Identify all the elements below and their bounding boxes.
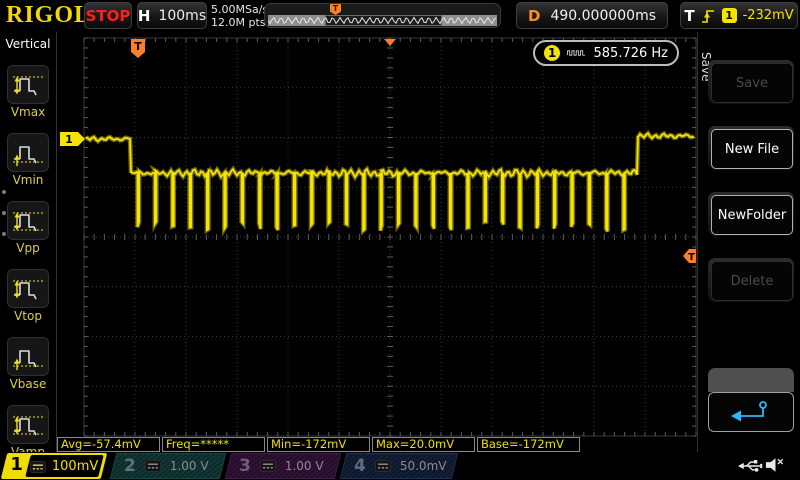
t-label: T	[684, 6, 695, 25]
save-softkey-menu: Save Save New File NewFolder Delete	[697, 32, 800, 452]
menu-title: Vertical	[5, 37, 51, 51]
counter-channel-badge: 1	[544, 45, 560, 61]
menu-item-label: Vpp	[16, 241, 40, 255]
channel-scale: 1.00 V	[169, 459, 209, 473]
measurement-min: Min=-172mV	[267, 437, 370, 452]
menu-item-label: Vmin	[12, 173, 44, 187]
menu-item-label: Vmax	[10, 105, 46, 119]
vbase-icon	[7, 337, 49, 376]
channel-number: 3	[239, 456, 251, 476]
channel-number: 1	[10, 454, 23, 475]
channel-scale: 1.00 V	[284, 459, 324, 473]
run-state-indicator[interactable]: STOP	[84, 2, 132, 29]
svg-text:1: 1	[65, 133, 73, 146]
delay-value: 490.000000ms	[550, 7, 656, 24]
return-arrow-icon	[731, 401, 767, 422]
measurement-freq: Freq=*****	[162, 437, 265, 452]
measurement-bar: Avg=-57.4mV Freq=***** Min=-172mV Max=20…	[57, 437, 582, 452]
timebase-value: 100ms	[158, 7, 207, 24]
channel-status-bar: 1 100mV 2 1.00 V 3 1.00 V 4 50.0mV	[0, 452, 800, 480]
channel-number: 2	[124, 456, 136, 476]
menu-item-vamp[interactable]: Vamp	[0, 405, 56, 459]
run-state-label: STOP	[85, 6, 131, 25]
waveform-display: 1 T T 1 585.726 Hz Avg=-57.4mV Freq=***** …	[57, 32, 697, 452]
delay-box[interactable]: D 490.000000ms	[516, 2, 668, 29]
vtop-icon	[7, 269, 49, 308]
vertical-measure-menu: Vertical Vmax Vmin Vpp Vtop Vbase Vamp	[0, 32, 57, 459]
trigger-level-value: -232mV	[742, 8, 794, 23]
delete-button[interactable]: Delete	[708, 258, 794, 302]
delay-center-marker	[384, 39, 396, 46]
back-button[interactable]	[708, 368, 794, 434]
sample-rate: 5.00MSa/s	[211, 3, 269, 16]
horizontal-timebase-box[interactable]: H 100ms	[137, 2, 207, 29]
channel-2-badge[interactable]: 2 1.00 V	[109, 453, 227, 479]
channel-number: 4	[354, 456, 366, 476]
acquisition-info: 5.00MSa/s 12.0M pts	[211, 3, 268, 29]
measurement-avg: Avg=-57.4mV	[57, 437, 160, 452]
speaker-muted-icon[interactable]	[764, 455, 787, 475]
pulse-train-icon	[567, 50, 585, 56]
menu-item-label: Vtop	[14, 309, 42, 323]
frequency-counter: 1 585.726 Hz	[533, 40, 679, 66]
dc-coupling-icon	[374, 460, 391, 472]
dc-coupling-icon	[30, 460, 47, 472]
h-label: H	[137, 6, 151, 25]
trigger-box[interactable]: T 1 -232mV	[680, 2, 798, 29]
new-file-button[interactable]: New File	[708, 126, 794, 170]
vpp-icon	[7, 201, 49, 240]
counter-value: 585.726 Hz	[593, 45, 669, 61]
menu-item-vmin[interactable]: Vmin	[0, 133, 56, 187]
d-label: D	[528, 6, 541, 25]
dc-coupling-icon	[259, 460, 276, 472]
vmax-icon	[7, 65, 49, 104]
memory-position-bar[interactable]: T	[264, 3, 501, 28]
top-bar: RIGOL STOP H 100ms 5.00MSa/s 12.0M pts T…	[0, 0, 800, 32]
measurement-base: Base=-172mV	[477, 437, 580, 452]
new-folder-button[interactable]: NewFolder	[708, 192, 794, 236]
channel-1-badge[interactable]: 1 100mV	[0, 453, 108, 479]
usb-icon	[737, 460, 763, 472]
memory-waveform-icon	[268, 16, 497, 25]
save-button[interactable]: Save	[708, 60, 794, 104]
channel-3-badge[interactable]: 3 1.00 V	[224, 453, 342, 479]
channel-scale: 50.0mV	[399, 459, 447, 473]
menu-item-vtop[interactable]: Vtop	[0, 269, 56, 323]
trigger-source-badge: 1	[721, 8, 737, 23]
svg-text:T: T	[688, 252, 695, 263]
rigol-logo: RIGOL	[6, 2, 92, 28]
back-button-top	[708, 368, 794, 392]
menu-item-vmax[interactable]: Vmax	[0, 65, 56, 119]
rising-edge-icon	[701, 9, 714, 23]
memory-depth: 12.0M pts	[211, 16, 266, 29]
graticule-and-trace: 1 T T	[60, 37, 697, 437]
channel-scale: 100mV	[52, 458, 99, 474]
menu-item-label: Vbase	[9, 377, 47, 391]
svg-text:T: T	[134, 40, 142, 53]
menu-item-vpp[interactable]: Vpp	[0, 201, 56, 255]
menu-item-vbase[interactable]: Vbase	[0, 337, 56, 391]
vmin-icon	[7, 133, 49, 172]
vamp-icon	[7, 405, 49, 444]
channel-4-badge[interactable]: 4 50.0mV	[339, 453, 459, 479]
thumb-trigger-flag: T	[330, 4, 341, 15]
menu-scroll-dots	[2, 190, 6, 253]
dc-coupling-icon	[144, 460, 161, 472]
measurement-max: Max=20.0mV	[372, 437, 475, 452]
